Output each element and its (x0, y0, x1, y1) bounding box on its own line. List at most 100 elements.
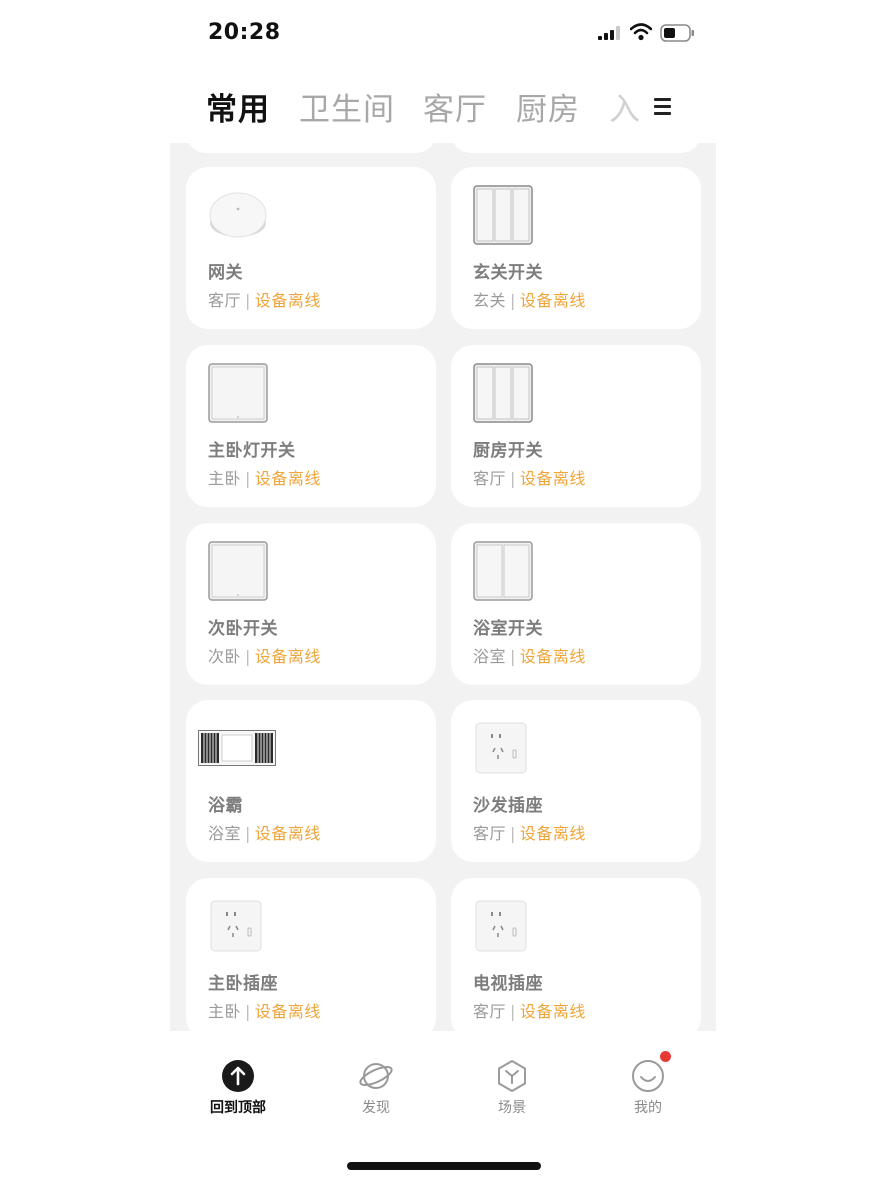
device-card-gateway[interactable]: 网关 客厅 | 设备离线 (186, 167, 436, 329)
status-bar: 20:28 (170, 0, 716, 64)
arrow-up-circle-icon (222, 1060, 254, 1092)
device-name: 沙发插座 (473, 796, 543, 816)
separator: | (245, 647, 251, 666)
menu-icon[interactable] (654, 98, 671, 119)
device-name: 主卧插座 (208, 974, 278, 994)
separator: | (245, 1002, 251, 1021)
device-meta: 浴室 | 设备离线 (473, 643, 586, 667)
separator: | (510, 469, 516, 488)
nav-label: 我的 (634, 1100, 662, 1116)
triple-switch-icon (473, 363, 533, 423)
device-meta: 浴室 | 设备离线 (208, 820, 321, 844)
double-switch-icon (473, 541, 533, 601)
separator: | (245, 469, 251, 488)
device-status: 设备离线 (519, 1002, 586, 1021)
device-room: 客厅 (208, 291, 242, 310)
device-card-kitchen-switch[interactable]: 厨房开关 客厅 | 设备离线 (451, 345, 701, 507)
device-status: 设备离线 (254, 291, 321, 310)
device-room: 玄关 (473, 291, 507, 310)
device-room: 主卧 (208, 469, 242, 488)
triple-switch-icon (473, 185, 533, 245)
device-status: 设备离线 (519, 291, 586, 310)
separator: | (510, 291, 516, 310)
tab-frequent[interactable]: 常用 (206, 84, 270, 129)
socket-icon (475, 900, 527, 952)
separator: | (245, 291, 251, 310)
device-room: 客厅 (473, 469, 507, 488)
device-room: 主卧 (208, 1002, 242, 1021)
nav-back-to-top[interactable]: 回到顶部 (193, 1059, 283, 1117)
device-card-second-bedroom-switch[interactable]: 次卧开关 次卧 | 设备离线 (186, 523, 436, 685)
device-card-entrance-switch[interactable]: 玄关开关 玄关 | 设备离线 (451, 167, 701, 329)
device-name: 次卧开关 (208, 619, 278, 639)
separator: | (510, 824, 516, 843)
device-meta: 次卧 | 设备离线 (208, 643, 321, 667)
planet-icon (359, 1063, 393, 1089)
device-meta: 玄关 | 设备离线 (473, 287, 586, 311)
device-room: 客厅 (473, 824, 507, 843)
status-time: 20:28 (208, 20, 281, 45)
app-screen: 20:28 常用 卫生间 客厅 厨房 入 网关 客厅 | 设备离线 玄关开关 玄… (170, 0, 716, 1183)
device-room: 次卧 (208, 647, 242, 666)
separator: | (245, 824, 251, 843)
device-card-bath-heater[interactable]: 浴霸 浴室 | 设备离线 (186, 700, 436, 862)
device-card-partial[interactable] (186, 143, 436, 153)
bottom-tab-bar: 回到顶部 发现 场景 我的 (170, 1031, 716, 1183)
notification-badge (660, 1051, 671, 1062)
tab-living-room[interactable]: 客厅 (423, 84, 487, 129)
wifi-icon (630, 23, 652, 41)
device-card-sofa-socket[interactable]: 沙发插座 客厅 | 设备离线 (451, 700, 701, 862)
socket-icon (210, 900, 262, 952)
device-name: 主卧灯开关 (208, 441, 296, 461)
device-meta: 主卧 | 设备离线 (208, 465, 321, 489)
device-status: 设备离线 (519, 647, 586, 666)
nav-profile[interactable]: 我的 (603, 1059, 693, 1117)
hexagon-scene-icon (498, 1060, 526, 1092)
smile-face-icon (632, 1060, 664, 1092)
device-card-master-light-switch[interactable]: 主卧灯开关 主卧 | 设备离线 (186, 345, 436, 507)
device-room: 浴室 (473, 647, 507, 666)
single-switch-icon (208, 541, 268, 601)
tab-bathroom[interactable]: 卫生间 (299, 84, 395, 129)
tab-kitchen[interactable]: 厨房 (516, 84, 580, 129)
device-room: 浴室 (208, 824, 242, 843)
separator: | (510, 647, 516, 666)
device-status: 设备离线 (254, 647, 321, 666)
device-meta: 客厅 | 设备离线 (473, 820, 586, 844)
device-status: 设备离线 (254, 824, 321, 843)
nav-label: 回到顶部 (210, 1100, 266, 1116)
device-card-partial[interactable] (451, 143, 701, 153)
home-indicator[interactable] (347, 1162, 541, 1170)
device-meta: 主卧 | 设备离线 (208, 998, 321, 1022)
device-card-tv-socket[interactable]: 电视插座 客厅 | 设备离线 (451, 878, 701, 1031)
device-name: 网关 (208, 263, 243, 283)
nav-label: 发现 (362, 1100, 390, 1116)
device-name: 厨房开关 (473, 441, 543, 461)
bath-heater-icon (198, 730, 276, 766)
device-status: 设备离线 (254, 1002, 321, 1021)
nav-scenes[interactable]: 场景 (467, 1059, 557, 1117)
device-card-master-bedroom-socket[interactable]: 主卧插座 主卧 | 设备离线 (186, 878, 436, 1031)
device-name: 玄关开关 (473, 263, 543, 283)
socket-icon (475, 722, 527, 774)
single-switch-icon (208, 363, 268, 423)
device-grid: 网关 客厅 | 设备离线 玄关开关 玄关 | 设备离线 主卧灯开关 主卧 | 设备离线 (170, 143, 716, 1031)
device-status: 设备离线 (519, 824, 586, 843)
device-meta: 客厅 | 设备离线 (208, 287, 321, 311)
room-tabs: 常用 卫生间 客厅 厨房 入 (206, 84, 716, 128)
device-meta: 客厅 | 设备离线 (473, 998, 586, 1022)
tab-overflow[interactable]: 入 (609, 84, 640, 129)
nav-label: 场景 (498, 1100, 526, 1116)
cellular-signal-icon (598, 26, 620, 40)
device-name: 电视插座 (473, 974, 543, 994)
device-status: 设备离线 (519, 469, 586, 488)
battery-icon (660, 24, 694, 42)
device-card-bathroom-switch[interactable]: 浴室开关 浴室 | 设备离线 (451, 523, 701, 685)
gateway-icon (209, 192, 267, 238)
device-meta: 客厅 | 设备离线 (473, 465, 586, 489)
separator: | (510, 1002, 516, 1021)
device-room: 客厅 (473, 1002, 507, 1021)
nav-discover[interactable]: 发现 (331, 1059, 421, 1117)
device-name: 浴霸 (208, 796, 243, 816)
device-name: 浴室开关 (473, 619, 543, 639)
